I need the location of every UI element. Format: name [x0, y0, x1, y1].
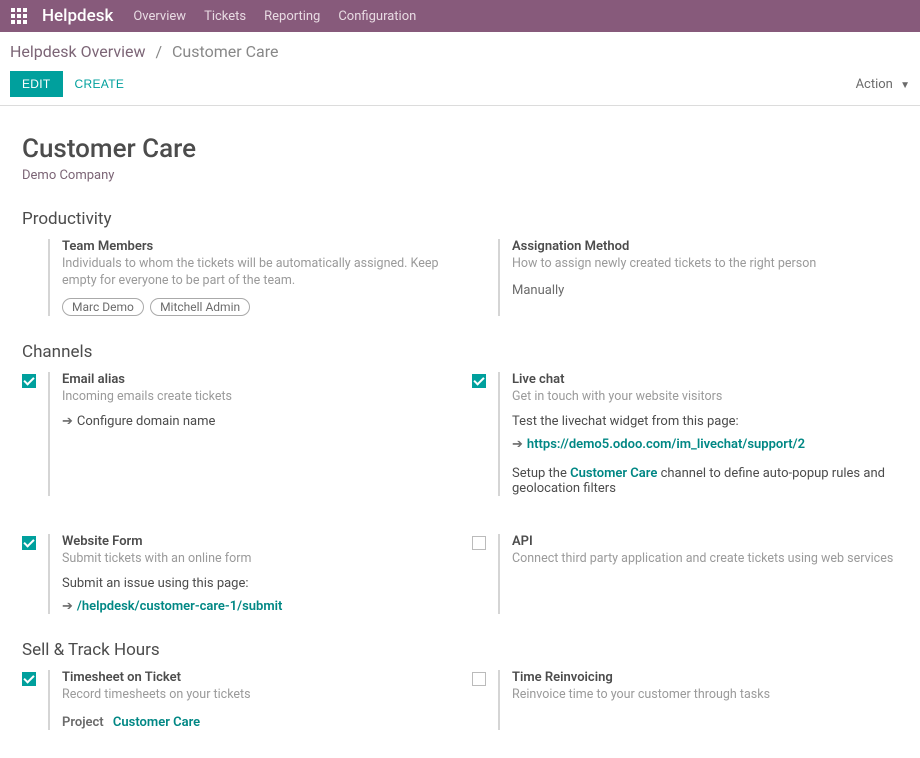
website-form-label: Website Form	[62, 534, 448, 549]
topbar: Helpdesk Overview Tickets Reporting Conf…	[0, 0, 920, 32]
livechat-block: Live chat Get in touch with your website…	[498, 372, 898, 496]
breadcrumb-root[interactable]: Helpdesk Overview	[10, 42, 145, 61]
webform-link[interactable]: /helpdesk/customer-care-1/submit	[77, 599, 282, 614]
configure-domain-link[interactable]: ➔Configure domain name	[62, 414, 448, 429]
company-link[interactable]: Demo Company	[22, 168, 114, 183]
nav-overview[interactable]: Overview	[133, 9, 186, 24]
email-alias-desc: Incoming emails create tickets	[62, 389, 448, 406]
action-label: Action	[856, 77, 893, 92]
form-content: Customer Care Demo Company Productivity …	[0, 106, 920, 758]
assignation-label: Assignation Method	[512, 239, 898, 254]
arrow-right-icon: ➔	[62, 599, 73, 614]
project-field-label: Project	[62, 715, 104, 730]
reinvoice-label: Time Reinvoicing	[512, 670, 898, 685]
reinvoice-checkbox[interactable]	[472, 672, 486, 686]
breadcrumb-current: Customer Care	[172, 42, 278, 61]
email-alias-checkbox[interactable]	[22, 374, 36, 388]
timesheet-label: Timesheet on Ticket	[62, 670, 448, 685]
timesheet-block: Timesheet on Ticket Record timesheets on…	[48, 670, 448, 731]
nav-tickets[interactable]: Tickets	[204, 9, 246, 24]
timesheet-checkbox[interactable]	[22, 672, 36, 686]
action-dropdown[interactable]: Action ▼	[856, 77, 910, 92]
page-title: Customer Care	[22, 134, 898, 164]
website-form-desc: Submit tickets with an online form	[62, 551, 448, 568]
breadcrumb-sep: /	[155, 42, 162, 61]
livechat-checkbox[interactable]	[472, 374, 486, 388]
project-link[interactable]: Customer Care	[113, 715, 200, 730]
api-desc: Connect third party application and crea…	[512, 551, 898, 568]
app-title: Helpdesk	[42, 6, 113, 26]
nav-configuration[interactable]: Configuration	[338, 9, 416, 24]
top-nav: Overview Tickets Reporting Configuration	[133, 9, 416, 24]
member-tag[interactable]: Marc Demo	[62, 298, 144, 316]
email-alias-block: Email alias Incoming emails create ticke…	[48, 372, 448, 496]
assignation-value: Manually	[512, 283, 898, 298]
livechat-desc: Get in touch with your website visitors	[512, 389, 898, 406]
chevron-down-icon: ▼	[900, 80, 910, 91]
arrow-right-icon: ➔	[62, 414, 73, 429]
website-form-block: Website Form Submit tickets with an onli…	[48, 534, 448, 614]
reinvoice-desc: Reinvoice time to your customer through …	[512, 687, 898, 704]
assignation-block: Assignation Method How to assign newly c…	[498, 239, 898, 316]
channel-link[interactable]: Customer Care	[570, 466, 657, 481]
webform-submit-line: Submit an issue using this page:	[62, 576, 448, 591]
arrow-right-icon: ➔	[512, 437, 523, 452]
apps-icon[interactable]	[8, 5, 30, 27]
livechat-label: Live chat	[512, 372, 898, 387]
section-selltrack: Sell & Track Hours	[22, 640, 898, 660]
action-bar: EDIT CREATE Action ▼	[0, 65, 920, 106]
livechat-link[interactable]: https://demo5.odoo.com/im_livechat/suppo…	[527, 437, 805, 452]
api-block: API Connect third party application and …	[498, 534, 898, 614]
section-productivity: Productivity	[22, 209, 898, 229]
breadcrumb: Helpdesk Overview / Customer Care	[0, 32, 920, 65]
website-form-checkbox[interactable]	[22, 536, 36, 550]
email-alias-label: Email alias	[62, 372, 448, 387]
nav-reporting[interactable]: Reporting	[264, 9, 320, 24]
api-label: API	[512, 534, 898, 549]
livechat-test-line: Test the livechat widget from this page:	[512, 414, 898, 429]
api-checkbox[interactable]	[472, 536, 486, 550]
assignation-desc: How to assign newly created tickets to t…	[512, 256, 898, 273]
timesheet-desc: Record timesheets on your tickets	[62, 687, 448, 704]
member-tag[interactable]: Mitchell Admin	[150, 298, 250, 316]
edit-button[interactable]: EDIT	[10, 71, 63, 97]
reinvoice-block: Time Reinvoicing Reinvoice time to your …	[498, 670, 898, 731]
create-button[interactable]: CREATE	[63, 71, 137, 97]
team-members-desc: Individuals to whom the tickets will be …	[62, 256, 448, 290]
livechat-setup-line: Setup the Customer Care channel to defin…	[512, 466, 898, 496]
section-channels: Channels	[22, 342, 898, 362]
team-members-block: Team Members Individuals to whom the tic…	[48, 239, 448, 316]
team-members-label: Team Members	[62, 239, 448, 254]
